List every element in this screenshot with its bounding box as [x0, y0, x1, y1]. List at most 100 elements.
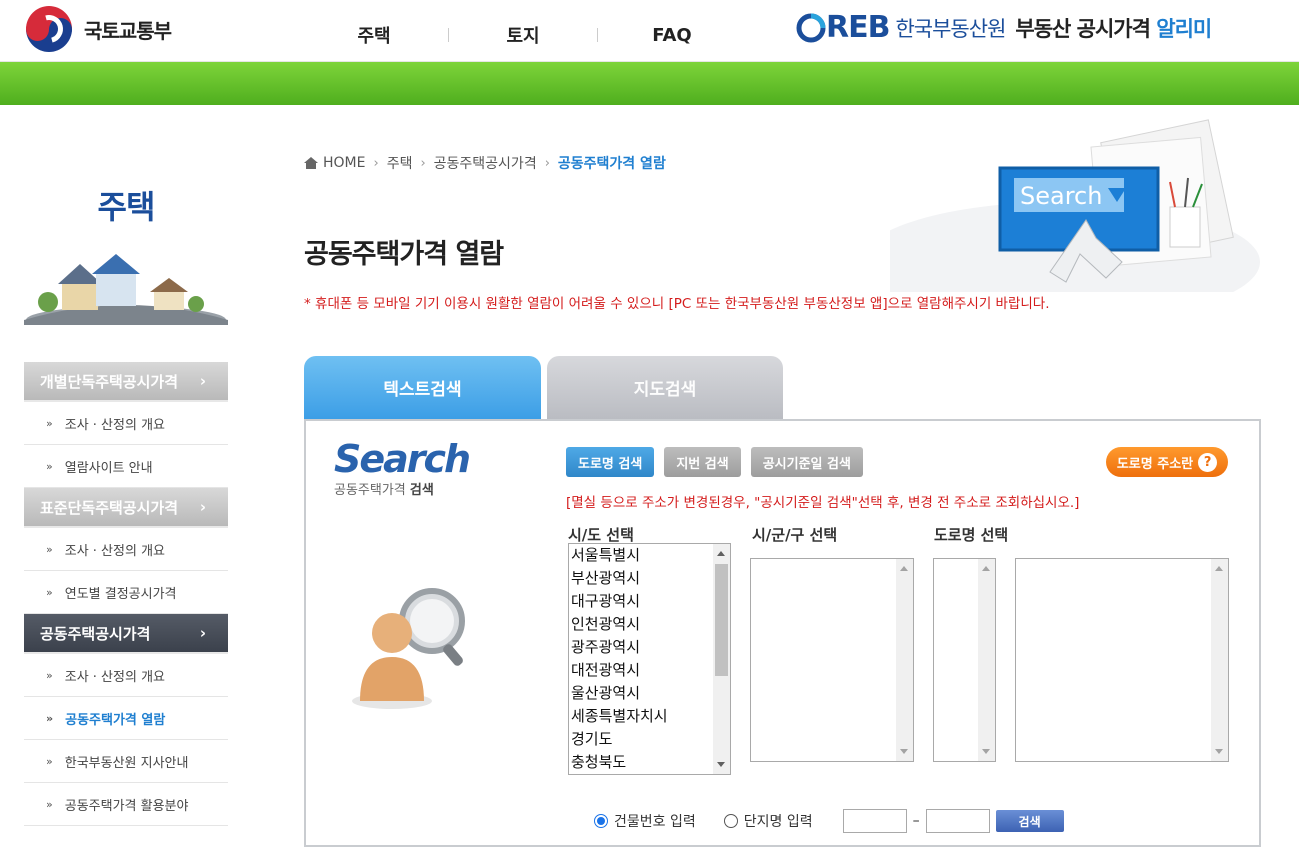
- chevron-right-icon: ›: [199, 498, 206, 516]
- reb-logo-icon: [796, 13, 826, 42]
- sidebar-item-standard-overview[interactable]: » 조사 · 산정의 개요: [24, 528, 228, 571]
- scroll-up-icon[interactable]: [900, 566, 908, 571]
- green-banner-bar: [0, 62, 1299, 105]
- sidebar-section-standard[interactable]: 표준단독주택공시가격 ›: [24, 488, 228, 528]
- address-change-note: [멸실 등으로 주소가 변경된경우, "공시기준일 검색"선택 후, 변경 전 …: [566, 495, 1080, 511]
- sido-option[interactable]: 대전광역시: [569, 659, 730, 682]
- molit-logo[interactable]: 국토교통부: [26, 6, 172, 52]
- gov-name: 국토교통부: [84, 18, 172, 43]
- sido-option[interactable]: 광주광역시: [569, 636, 730, 659]
- breadcrumb-item[interactable]: 공동주택공시가격: [434, 153, 537, 173]
- sido-option[interactable]: 부산광역시: [569, 567, 730, 590]
- scroll-down-icon[interactable]: [982, 749, 990, 754]
- tab-map-search[interactable]: 지도검색: [547, 356, 783, 419]
- search-logo-subtitle: 공동주택가격 검색: [334, 483, 434, 498]
- number-dash: –: [912, 813, 920, 829]
- search-logo-title: Search: [334, 437, 471, 481]
- sido-label: 시/도 선택: [568, 526, 634, 544]
- sido-option[interactable]: 울산광역시: [569, 682, 730, 705]
- page-title: 공동주택가격 열람: [304, 239, 504, 270]
- chevron-right-icon: ›: [199, 372, 206, 390]
- sigungu-scrollbar[interactable]: [896, 559, 913, 761]
- nav-housing[interactable]: 주택: [300, 22, 448, 48]
- road-address-help-button[interactable]: 도로명 주소란?: [1106, 447, 1228, 477]
- sidebar-item-individual-overview[interactable]: » 조사 · 산정의 개요: [24, 402, 228, 445]
- scroll-down-icon[interactable]: [900, 749, 908, 754]
- sigungu-label: 시/군/구 선택: [752, 526, 838, 544]
- building-main-number-input[interactable]: [842, 809, 907, 833]
- sidebar-item-apartment-price-view[interactable]: » 공동주택가격 열람: [24, 697, 228, 740]
- sidebar-item-yearly-prices[interactable]: » 연도별 결정공시가격: [24, 571, 228, 614]
- building-sub-number-input[interactable]: [925, 809, 990, 833]
- question-icon: ?: [1198, 452, 1218, 472]
- radio-complex-name[interactable]: [723, 814, 738, 828]
- sido-option[interactable]: 서울특별시: [569, 544, 730, 567]
- sidebar-item-apartment-overview[interactable]: » 조사 · 산정의 개요: [24, 654, 228, 697]
- mobile-notice: * 휴대폰 등 모바일 기기 이용시 원활한 열람이 어려울 수 있으니 [PC…: [304, 296, 1050, 312]
- nav-land[interactable]: 토지: [449, 22, 597, 48]
- sigungu-listbox[interactable]: [750, 558, 914, 762]
- breadcrumb-separator: ›: [420, 155, 426, 171]
- base-date-search-button[interactable]: 공시기준일 검색: [750, 447, 863, 477]
- scroll-up-icon[interactable]: [717, 551, 725, 556]
- hero-search-text: Search: [1020, 182, 1102, 210]
- breadcrumb-separator: ›: [373, 155, 379, 171]
- nav-faq[interactable]: FAQ: [598, 25, 746, 46]
- chevron-right-icon: ›: [199, 624, 206, 642]
- person-search-icon: [352, 588, 465, 709]
- scroll-up-icon[interactable]: [1215, 566, 1223, 571]
- bullet-icon: »: [46, 459, 53, 473]
- home-icon[interactable]: [304, 157, 318, 169]
- scroll-thumb[interactable]: [715, 564, 728, 676]
- reb-org-name: 한국부동산원: [895, 16, 1006, 41]
- bullet-icon: »: [46, 754, 53, 768]
- radio-complex-name-label[interactable]: 단지명 입력: [744, 811, 813, 831]
- scroll-down-icon[interactable]: [717, 762, 725, 767]
- service-name: 부동산 공시가격 알리미: [1015, 16, 1212, 41]
- breadcrumb-separator: ›: [544, 155, 550, 171]
- service-accent: 알리미: [1156, 16, 1212, 41]
- global-nav: 주택 토지 FAQ: [300, 22, 746, 48]
- road-name-scrollbar[interactable]: [1211, 559, 1228, 761]
- tab-text-search[interactable]: 텍스트검색: [304, 356, 541, 419]
- sido-listbox[interactable]: 서울특별시 부산광역시 대구광역시 인천광역시 광주광역시 대전광역시 울산광역시 세종특별자…: [568, 543, 731, 775]
- search-logo: Search 공동주택가격 검색: [334, 437, 471, 498]
- sido-options: 서울특별시 부산광역시 대구광역시 인천광역시 광주광역시 대전광역시 울산광역시 세종특별자…: [569, 544, 730, 774]
- road-initial-listbox[interactable]: [933, 558, 996, 762]
- sido-option[interactable]: 경기도: [569, 728, 730, 751]
- bullet-icon: »: [46, 797, 53, 811]
- bullet-icon: »: [46, 542, 53, 556]
- breadcrumb-current: 공동주택가격 열람: [557, 156, 666, 172]
- reb-brand[interactable]: REB 한국부동산원 부동산 공시가격 알리미: [796, 10, 1212, 45]
- road-initial-scrollbar[interactable]: [978, 559, 995, 761]
- sido-option[interactable]: 대구광역시: [569, 590, 730, 613]
- radio-building-number-label[interactable]: 건물번호 입력: [614, 811, 696, 831]
- sidebar-item-usage-fields[interactable]: » 공동주택가격 활용분야: [24, 783, 228, 826]
- search-type-buttons: 도로명 검색 지번 검색 공시기준일 검색: [566, 447, 873, 477]
- radio-building-number[interactable]: [594, 814, 608, 828]
- breadcrumb-item[interactable]: 주택: [387, 153, 413, 173]
- sido-option[interactable]: 충청북도: [569, 751, 730, 774]
- sidebar-section-apartment[interactable]: 공동주택공시가격 ›: [24, 614, 228, 654]
- sidebar-item-viewing-sites[interactable]: » 열람사이트 안내: [24, 445, 228, 488]
- site-header: 국토교통부 주택 토지 FAQ REB 한국부동산원 부동산 공시가격 알리미: [0, 0, 1299, 62]
- scroll-down-icon[interactable]: [1215, 749, 1223, 754]
- search-submit-button[interactable]: 검색: [995, 810, 1064, 832]
- sido-scrollbar[interactable]: [713, 544, 730, 774]
- bullet-icon: »: [46, 416, 53, 430]
- reb-mark: REB: [826, 10, 890, 45]
- sido-option[interactable]: 세종특별자치시: [569, 705, 730, 728]
- breadcrumb: HOME › 주택 › 공동주택공시가격 › 공동주택가격 열람: [304, 153, 666, 173]
- sidebar-item-branch-info[interactable]: » 한국부동산원 지사안내: [24, 740, 228, 783]
- bullet-icon: »: [46, 585, 53, 599]
- sidebar-section-individual[interactable]: 개별단독주택공시가격 ›: [24, 362, 228, 402]
- scroll-up-icon[interactable]: [982, 566, 990, 571]
- search-hero-illustration: Search: [890, 119, 1260, 292]
- houses-illustration: [24, 254, 228, 325]
- lot-number-search-button[interactable]: 지번 검색: [664, 447, 741, 477]
- road-name-search-button[interactable]: 도로명 검색: [566, 447, 655, 477]
- road-name-listbox[interactable]: [1015, 558, 1229, 762]
- road-label: 도로명 선택: [934, 526, 1009, 544]
- sido-option[interactable]: 인천광역시: [569, 613, 730, 636]
- breadcrumb-home[interactable]: HOME: [323, 155, 365, 171]
